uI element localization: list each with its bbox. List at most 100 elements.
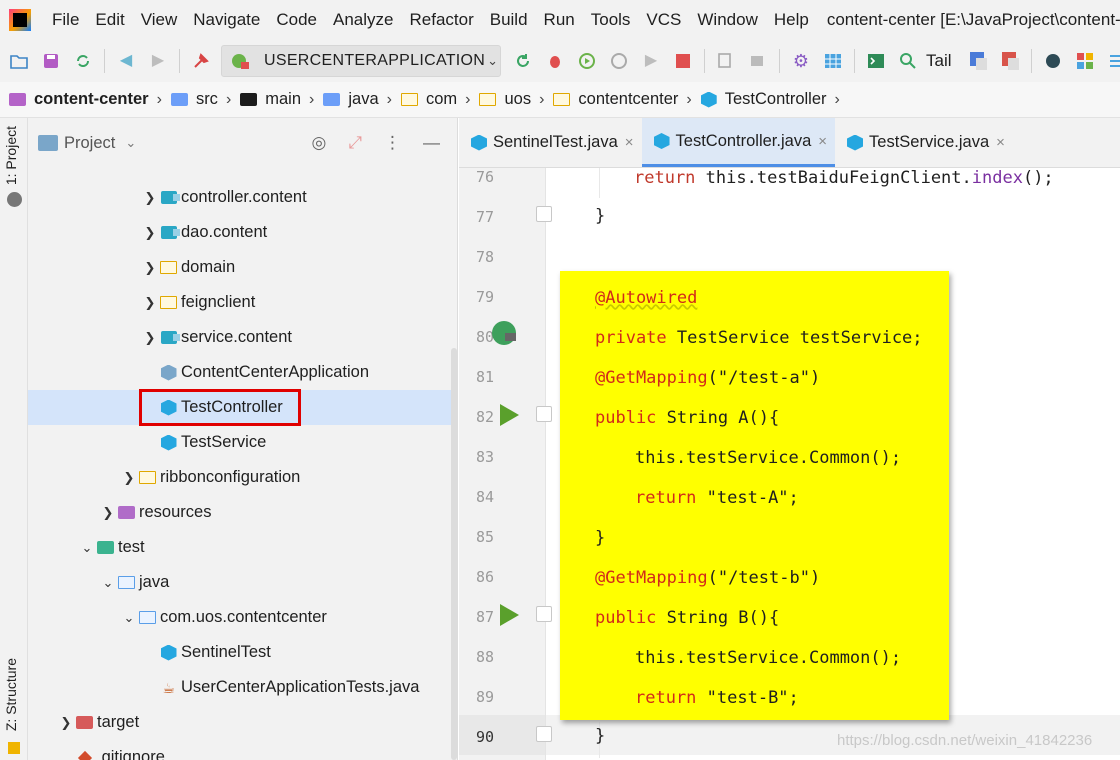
- tree-item[interactable]: ContentCenterApplication: [28, 355, 457, 390]
- search-icon[interactable]: [899, 52, 917, 70]
- tree-item[interactable]: ❯ target: [28, 705, 457, 740]
- fold-marker-icon[interactable]: [536, 206, 552, 222]
- menu-build[interactable]: Build: [482, 10, 536, 30]
- fold-marker-icon[interactable]: [536, 726, 552, 742]
- hide-panel-icon[interactable]: —: [423, 133, 440, 153]
- breadcrumb-item-com[interactable]: com: [400, 90, 457, 109]
- tree-item[interactable]: ❯ service.content: [28, 320, 457, 355]
- chevron-down-icon[interactable]: ⌄: [119, 610, 139, 626]
- run-coverage-icon[interactable]: [578, 52, 596, 70]
- structure-tool-window-button[interactable]: Z: Structure: [3, 658, 19, 731]
- tab-sentineltest[interactable]: SentinelTest.java ×: [459, 118, 642, 167]
- chevron-right-icon[interactable]: ❯: [140, 225, 160, 241]
- breadcrumb-item-main[interactable]: main: [240, 90, 301, 109]
- chevron-right-icon[interactable]: ❯: [119, 470, 139, 486]
- collapse-all-icon[interactable]: ⤢: [348, 133, 362, 153]
- menu-refactor[interactable]: Refactor: [401, 10, 481, 30]
- breadcrumb: content-center › src › main › java › com…: [0, 82, 1120, 118]
- attach-debugger-icon[interactable]: [717, 52, 735, 70]
- breadcrumb-item-contentcenter[interactable]: contentcenter: [553, 90, 678, 109]
- project-tool-window-button[interactable]: 1: Project: [3, 126, 19, 185]
- chevron-right-icon[interactable]: ❯: [140, 295, 160, 311]
- list-icon[interactable]: [1108, 52, 1120, 70]
- tree-item[interactable]: ❯ controller.content: [28, 180, 457, 215]
- sync-icon[interactable]: [74, 52, 92, 70]
- tree-item[interactable]: SentinelTest: [28, 635, 457, 670]
- breadcrumb-item-content-center[interactable]: content-center: [9, 90, 149, 109]
- chevron-down-icon[interactable]: ⌄: [77, 540, 97, 556]
- tree-item[interactable]: .gitignore: [28, 740, 457, 760]
- chevron-right-icon[interactable]: ❯: [140, 330, 160, 346]
- profiler-icon[interactable]: [610, 52, 628, 70]
- close-icon[interactable]: ×: [818, 133, 827, 150]
- autowired-bean-icon[interactable]: [492, 321, 516, 345]
- tree-item[interactable]: ❯ resources: [28, 495, 457, 530]
- menu-help[interactable]: Help: [766, 10, 817, 30]
- translate-alt-icon[interactable]: [1001, 52, 1019, 70]
- deploy-icon[interactable]: [749, 52, 767, 70]
- back-arrow-icon[interactable]: ◀: [117, 52, 135, 70]
- run-play-icon[interactable]: ▶: [642, 52, 660, 70]
- breadcrumb-item-testcontroller[interactable]: TestController: [700, 90, 827, 109]
- menu-edit[interactable]: Edit: [87, 10, 132, 30]
- translate-icon[interactable]: [969, 52, 987, 70]
- save-all-icon[interactable]: [42, 52, 60, 70]
- menu-view[interactable]: View: [133, 10, 186, 30]
- project-view-title[interactable]: Project: [64, 134, 115, 153]
- terminal-icon[interactable]: [867, 52, 885, 70]
- chevron-right-icon[interactable]: ❯: [56, 715, 76, 731]
- run-configuration-selector[interactable]: USERCENTERAPPLICATION ⌄: [221, 45, 501, 77]
- open-folder-icon[interactable]: [10, 52, 28, 70]
- tree-item[interactable]: ❯ dao.content: [28, 215, 457, 250]
- tree-item[interactable]: ⌄ test: [28, 530, 457, 565]
- tab-testcontroller[interactable]: TestController.java ×: [641, 118, 836, 167]
- stop-icon[interactable]: [674, 52, 692, 70]
- run-gutter-icon[interactable]: [500, 404, 519, 426]
- tail-button[interactable]: Tail: [926, 51, 952, 71]
- chevron-right-icon[interactable]: ❯: [140, 190, 160, 206]
- fold-marker-icon[interactable]: [536, 406, 552, 422]
- menu-vcs[interactable]: VCS: [638, 10, 689, 30]
- maven-icon[interactable]: [7, 192, 22, 207]
- structure-icon[interactable]: [8, 742, 20, 754]
- forward-arrow-icon[interactable]: ▶: [149, 52, 167, 70]
- locate-target-icon[interactable]: ◎: [312, 133, 327, 153]
- menu-navigate[interactable]: Navigate: [185, 10, 268, 30]
- tree-item[interactable]: TestService: [28, 425, 457, 460]
- tab-testservice[interactable]: TestService.java ×: [835, 118, 1013, 167]
- project-structure-icon[interactable]: [824, 52, 842, 70]
- menu-file[interactable]: File: [44, 10, 87, 30]
- close-icon[interactable]: ×: [996, 134, 1005, 151]
- tree-item[interactable]: ❯ ribbonconfiguration: [28, 460, 457, 495]
- menu-tools[interactable]: Tools: [583, 10, 639, 30]
- rerun-icon[interactable]: [514, 52, 532, 70]
- fold-marker-icon[interactable]: [536, 606, 552, 622]
- tree-item[interactable]: ⌄ java: [28, 565, 457, 600]
- project-panel-scrollbar[interactable]: [451, 348, 457, 760]
- tree-item[interactable]: ⌄ com.uos.contentcenter: [28, 600, 457, 635]
- menu-window[interactable]: Window: [689, 10, 765, 30]
- debug-bug-icon[interactable]: [546, 52, 564, 70]
- settings-gear-icon[interactable]: ⚙: [792, 52, 810, 70]
- chevron-right-icon[interactable]: ❯: [140, 260, 160, 276]
- tree-item[interactable]: ☕ UserCenterApplicationTests.java: [28, 670, 457, 705]
- menu-run[interactable]: Run: [536, 10, 583, 30]
- tree-item[interactable]: ❯ feignclient: [28, 285, 457, 320]
- record-icon[interactable]: [1044, 52, 1062, 70]
- breadcrumb-item-src[interactable]: src: [170, 90, 218, 109]
- plugin-grid-icon[interactable]: [1076, 52, 1094, 70]
- run-gutter-icon[interactable]: [500, 604, 519, 626]
- breadcrumb-item-uos[interactable]: uos: [479, 90, 531, 109]
- chevron-right-icon[interactable]: ❯: [98, 505, 118, 521]
- code-line-87: public String B(){: [595, 608, 779, 628]
- menu-analyze[interactable]: Analyze: [325, 10, 401, 30]
- chevron-down-icon[interactable]: ⌄: [98, 575, 118, 591]
- more-options-icon[interactable]: ⋮: [384, 133, 401, 153]
- tree-item[interactable]: ❯ domain: [28, 250, 457, 285]
- code-editor[interactable]: 76 77 78 79 80 81 82 83 84 85 86 87 88 8…: [459, 168, 1120, 760]
- chevron-down-icon[interactable]: ⌄: [125, 135, 136, 151]
- menu-code[interactable]: Code: [268, 10, 325, 30]
- close-icon[interactable]: ×: [625, 134, 634, 151]
- breadcrumb-item-java[interactable]: java: [323, 90, 379, 109]
- build-hammer-icon[interactable]: [192, 52, 210, 70]
